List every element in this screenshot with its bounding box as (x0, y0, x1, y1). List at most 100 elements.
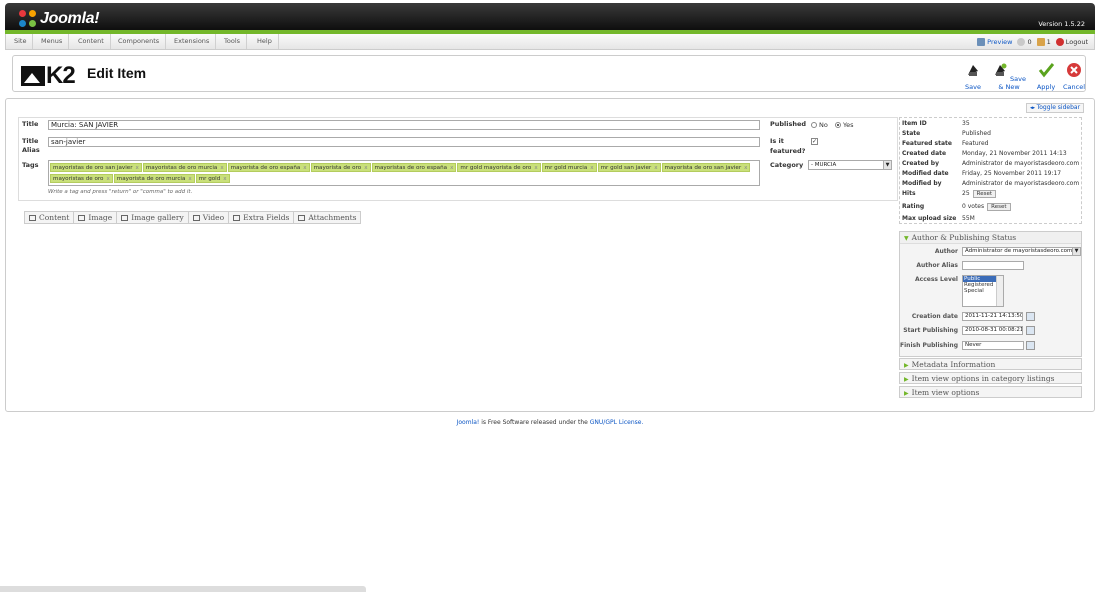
triangle-right-icon: ▶ (904, 376, 909, 383)
status-area: Preview 0 1 Logout (977, 34, 1088, 49)
tag-remove-button[interactable]: x (223, 176, 226, 182)
access-level-list[interactable]: Public Registered Special (962, 275, 1004, 307)
scrollbar[interactable] (996, 276, 1003, 306)
tag-item: mayoristas de oro san javier x (50, 163, 142, 172)
info-value: Featured (962, 140, 988, 147)
users-count[interactable]: 1 (1036, 37, 1051, 46)
menu-help[interactable]: Help (251, 34, 279, 49)
footer: Joomla! is Free Software released under … (0, 419, 1100, 426)
tag-remove-button[interactable]: x (590, 165, 593, 171)
published-no-option[interactable]: No (811, 121, 828, 129)
tag-item: mr gold mayorista de oro x (457, 163, 541, 172)
author-label: Author (934, 248, 958, 255)
published-no-radio[interactable] (811, 122, 817, 128)
calendar-icon[interactable] (1026, 312, 1035, 321)
tag-label: mayoristas de oro murcia (145, 165, 218, 171)
footer-text: is Free Software released under the (479, 419, 590, 426)
preview-link[interactable]: Preview (977, 37, 1012, 46)
info-value: Monday, 21 November 2011 14:13 (962, 150, 1067, 157)
info-key: Modified date (902, 170, 949, 177)
start-publishing-input[interactable]: 2010-08-31 00:08:21 (962, 326, 1023, 335)
tab-label: Image gallery (131, 212, 184, 222)
finish-publishing-label: Finish Publishing (900, 342, 958, 349)
info-value-text: Administrator de mayoristasdeoro.com (962, 160, 1080, 167)
save-button[interactable]: Save (957, 62, 989, 91)
calendar-icon[interactable] (1026, 341, 1035, 350)
joomla-link[interactable]: Joomla! (457, 419, 480, 426)
menu-components[interactable]: Components (112, 34, 167, 49)
author-alias-input[interactable] (962, 261, 1024, 270)
menu-content[interactable]: Content (72, 34, 111, 49)
joomla-logo-icon (19, 10, 37, 28)
tags-input[interactable]: mayoristas de oro san javier x mayoristas … (48, 160, 760, 186)
tag-remove-button[interactable]: x (188, 176, 191, 182)
tab-content[interactable]: Content (24, 211, 75, 224)
k2-logo-text: K2 (46, 62, 76, 89)
tag-item: mayorista de oro x (310, 163, 371, 172)
author-publishing-header[interactable]: ▼ Author & Publishing Status (900, 232, 1081, 244)
tag-remove-button[interactable]: x (303, 165, 306, 171)
published-yes-option[interactable]: Yes (835, 121, 854, 129)
calendar-icon[interactable] (1026, 326, 1035, 335)
published-yes-radio[interactable] (835, 122, 841, 128)
tab-image-gallery[interactable]: Image gallery (116, 211, 189, 224)
tag-remove-button[interactable]: x (220, 165, 223, 171)
metadata-information-panel[interactable]: ▶ Metadata Information (899, 358, 1082, 370)
tags-label: Tags (22, 161, 39, 169)
tag-remove-button[interactable]: x (744, 165, 747, 171)
tag-label: mayorista de oro españa (230, 165, 301, 171)
tag-remove-button[interactable]: x (106, 176, 109, 182)
featured-checkbox[interactable]: ✓ (811, 138, 818, 145)
tag-item: mayorista de oro san javier x (661, 163, 751, 172)
item-view-options-panel[interactable]: ▶ Item view options (899, 386, 1082, 398)
creation-date-input[interactable]: 2011-11-21 14:13:50 (962, 312, 1023, 321)
start-publishing-label: Start Publishing (903, 327, 958, 334)
main-menu-bar: Site Menus Content Components Extensions… (5, 34, 1095, 50)
menu-extensions[interactable]: Extensions (168, 34, 217, 49)
logout-link[interactable]: Logout (1055, 37, 1088, 46)
finish-publishing-input[interactable]: Never (962, 341, 1024, 350)
menu-menus[interactable]: Menus (35, 34, 70, 49)
tag-label: mr gold murcia (544, 165, 588, 171)
save-label: Save (965, 83, 981, 91)
info-value-text: Administrator de mayoristasdeoro.com (962, 180, 1080, 187)
info-key: Hits (902, 190, 916, 197)
alias-input[interactable]: san-javier (48, 137, 760, 147)
tag-remove-button[interactable]: x (364, 165, 367, 171)
item-info-box: Item ID 35 State Published Featured state Fea… (899, 117, 1082, 224)
title-input[interactable]: Murcia: SAN JAVIER (48, 120, 760, 130)
tab-video[interactable]: Video (187, 211, 230, 224)
tab-attachments[interactable]: Attachments (293, 211, 362, 224)
menu-site[interactable]: Site (8, 34, 34, 49)
cancel-button[interactable]: Cancel (1061, 62, 1087, 91)
version-label: Version 1.5.22 (1038, 20, 1085, 28)
author-publishing-panel: ▼ Author & Publishing Status Author Admin… (899, 231, 1082, 357)
tab-label: Attachments (308, 212, 357, 222)
tag-item: mr gold murcia x (541, 163, 597, 172)
tab-image[interactable]: Image (73, 211, 118, 224)
save-new-button[interactable]: Save & New (989, 62, 1029, 91)
featured-label-line1: Is it (770, 137, 784, 145)
tab-extra-fields[interactable]: Extra Fields (228, 211, 295, 224)
reset-hits-button[interactable]: Reset (972, 190, 997, 198)
menu-tools[interactable]: Tools (218, 34, 248, 49)
main-panel: ◂▸ Toggle sidebar Title Murcia: SAN JAVI… (5, 98, 1095, 412)
tag-remove-button[interactable]: x (136, 165, 139, 171)
info-value-text: 25 (962, 190, 970, 197)
reset-rating-button[interactable]: Reset (987, 203, 1011, 211)
item-view-options-category-panel[interactable]: ▶ Item view options in category listings (899, 372, 1082, 384)
messages-icon (1017, 37, 1026, 46)
tag-label: mr gold mayorista de oro (460, 165, 532, 171)
tag-item: mr gold san javier x (597, 163, 661, 172)
author-select[interactable]: Administrator de mayoristasdeoro.com ▼ (962, 247, 1081, 256)
info-value-text: Friday, 25 November 2011 19:17 (962, 170, 1062, 177)
messages-count[interactable]: 0 (1017, 37, 1032, 46)
license-link[interactable]: GNU/GPL License. (590, 419, 644, 426)
toggle-sidebar-button[interactable]: ◂▸ Toggle sidebar (1026, 103, 1085, 113)
triangle-right-icon: ▶ (904, 390, 909, 397)
tag-remove-button[interactable]: x (534, 165, 537, 171)
tag-remove-button[interactable]: x (450, 165, 453, 171)
category-select[interactable]: - MURCIA ▼ (808, 160, 892, 170)
apply-button[interactable]: Apply (1033, 62, 1059, 91)
tag-remove-button[interactable]: x (654, 165, 657, 171)
